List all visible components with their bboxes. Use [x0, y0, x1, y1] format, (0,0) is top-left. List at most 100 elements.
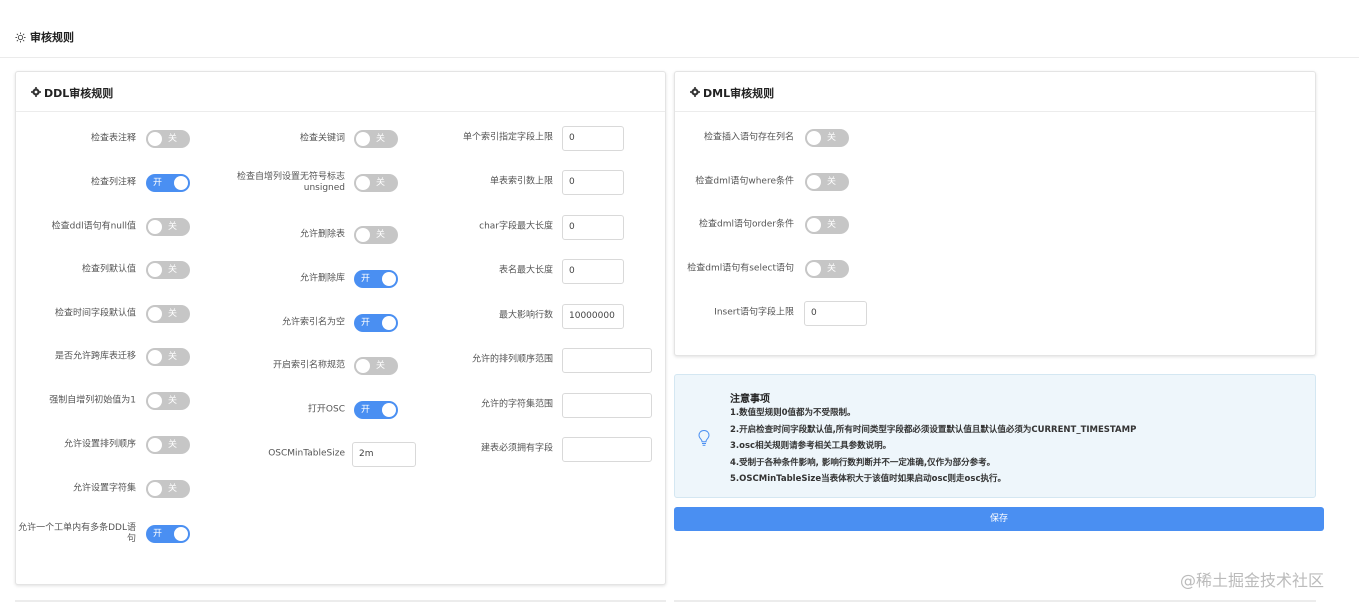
toggle-switch-off[interactable]: 关 — [354, 130, 398, 148]
rule-label: 表名最大长度 — [498, 265, 553, 276]
rule-label: 检查dml语句有select语句 — [687, 263, 794, 274]
toggle-switch-on[interactable]: 开 — [354, 314, 398, 332]
rule-label: 强制自增列初始值为1 — [49, 395, 136, 406]
rule-label: 单表索引数上限 — [489, 176, 553, 187]
toggle-state-text: 关 — [168, 484, 178, 494]
number-input[interactable]: 0 — [562, 126, 624, 151]
toggle-state-text: 开 — [361, 274, 371, 284]
toggle-switch-off[interactable]: 关 — [146, 480, 190, 498]
notice-title: 注意事项 — [730, 394, 770, 405]
number-input[interactable]: 0 — [562, 170, 624, 195]
rule-label: 允许一个工单内有多条DDL语句 — [18, 523, 136, 544]
toggle-state-text: 关 — [376, 361, 386, 371]
toggle-state-text: 关 — [827, 220, 837, 230]
toggle-switch-off[interactable]: 关 — [146, 261, 190, 279]
notice-item: 4.受制于各种条件影响, 影响行数判断并不一定准确,仅作为部分参考。 — [730, 457, 996, 468]
ddl-card-title: DDL审核规则 — [44, 87, 114, 100]
toggle-state-text: 关 — [168, 396, 178, 406]
toggle-state-text: 关 — [376, 134, 386, 144]
rule-label: 允许设置排列顺序 — [63, 439, 136, 450]
rule-label: 允许索引名为空 — [281, 317, 345, 328]
toggle-knob — [148, 438, 162, 452]
toggle-knob — [807, 262, 821, 276]
rule-label: char字段最大长度 — [479, 221, 553, 232]
number-input[interactable]: 0 — [562, 215, 624, 240]
rule-label: 允许的排列顺序范围 — [471, 354, 553, 365]
ddl-rules-card: DDL审核规则 检查表注释关检查列注释开检查ddl语句有null值关检查列默认值… — [15, 71, 666, 585]
rule-label: 检查ddl语句有null值 — [51, 221, 136, 232]
gear-icon — [690, 87, 700, 97]
toggle-switch-off[interactable]: 关 — [354, 174, 398, 192]
toggle-state-text: 关 — [827, 133, 837, 143]
number-input[interactable] — [562, 393, 652, 418]
toggle-knob — [807, 218, 821, 232]
toggle-knob — [382, 272, 396, 286]
toggle-switch-off[interactable]: 关 — [146, 130, 190, 148]
toggle-knob — [148, 220, 162, 234]
number-input[interactable]: 0 — [804, 301, 867, 326]
toggle-switch-off[interactable]: 关 — [805, 173, 849, 191]
toggle-knob — [382, 316, 396, 330]
toggle-state-text: 关 — [168, 440, 178, 450]
toggle-knob — [148, 350, 162, 364]
notice-box: 注意事项 1.数值型规则0值都为不受限制。 2.开启检查时间字段默认值,所有时间类… — [674, 374, 1316, 498]
rule-label: 允许设置字符集 — [72, 483, 136, 494]
toggle-knob — [382, 403, 396, 417]
toggle-state-text: 关 — [827, 264, 837, 274]
divider — [15, 600, 666, 602]
toggle-knob — [807, 131, 821, 145]
dml-card-title: DML审核规则 — [703, 87, 775, 100]
rule-label: 检查时间字段默认值 — [54, 308, 136, 319]
toggle-knob — [356, 132, 370, 146]
toggle-switch-off[interactable]: 关 — [146, 305, 190, 323]
lightbulb-icon — [698, 429, 710, 446]
rule-label: Insert语句字段上限 — [714, 307, 794, 318]
toggle-knob — [148, 307, 162, 321]
toggle-state-text: 关 — [376, 230, 386, 240]
toggle-switch-on[interactable]: 开 — [146, 525, 190, 543]
rule-label: 允许删除表 — [299, 229, 345, 240]
toggle-knob — [356, 359, 370, 373]
toggle-switch-off[interactable]: 关 — [805, 260, 849, 278]
notice-item: 5.OSCMinTableSize当表体积大于该值时如果启动osc则走osc执行… — [730, 474, 1006, 484]
toggle-knob — [148, 132, 162, 146]
notice-item: 3.osc相关规则请参考相关工具参数说明。 — [730, 441, 892, 451]
rule-label: 检查表注释 — [90, 133, 136, 144]
toggle-state-text: 关 — [168, 352, 178, 362]
number-input[interactable]: 0 — [562, 259, 624, 284]
watermark: @稀土掘金技术社区 — [1180, 571, 1325, 590]
toggle-switch-off[interactable]: 关 — [354, 357, 398, 375]
toggle-switch-on[interactable]: 开 — [354, 401, 398, 419]
number-input[interactable] — [562, 437, 652, 462]
toggle-state-text: 开 — [153, 178, 163, 188]
toggle-switch-off[interactable]: 关 — [146, 436, 190, 454]
toggle-switch-on[interactable]: 开 — [146, 174, 190, 192]
save-button[interactable]: 保存 — [674, 507, 1324, 531]
toggle-switch-off[interactable]: 关 — [354, 226, 398, 244]
toggle-state-text: 关 — [827, 177, 837, 187]
gear-icon — [31, 87, 41, 97]
toggle-switch-off[interactable]: 关 — [146, 392, 190, 410]
number-input[interactable]: 10000000 — [562, 304, 624, 329]
toggle-switch-off[interactable]: 关 — [805, 216, 849, 234]
toggle-knob — [174, 176, 188, 190]
sun-icon — [15, 32, 26, 43]
toggle-switch-off[interactable]: 关 — [805, 129, 849, 147]
toggle-switch-on[interactable]: 开 — [354, 270, 398, 288]
toggle-switch-off[interactable]: 关 — [146, 348, 190, 366]
toggle-switch-off[interactable]: 关 — [146, 218, 190, 236]
toggle-knob — [356, 228, 370, 242]
notice-item: 2.开启检查时间字段默认值,所有时间类型字段都必须设置默认值且默认值必须为CUR… — [730, 424, 1137, 435]
number-input[interactable]: 2m — [352, 442, 416, 467]
rule-label: 检查插入语句存在列名 — [703, 132, 794, 143]
rule-label: 检查dml语句where条件 — [695, 176, 794, 187]
page-title: 审核规则 — [30, 31, 74, 44]
toggle-state-text: 开 — [361, 318, 371, 328]
rule-label: 最大影响行数 — [498, 310, 553, 321]
number-input[interactable] — [562, 348, 652, 373]
rule-label: 检查列注释 — [90, 177, 136, 188]
rule-label: 建表必须拥有字段 — [480, 443, 553, 454]
page-header: 审核规则 — [0, 0, 1359, 58]
toggle-state-text: 开 — [361, 405, 371, 415]
toggle-state-text: 关 — [168, 309, 178, 319]
